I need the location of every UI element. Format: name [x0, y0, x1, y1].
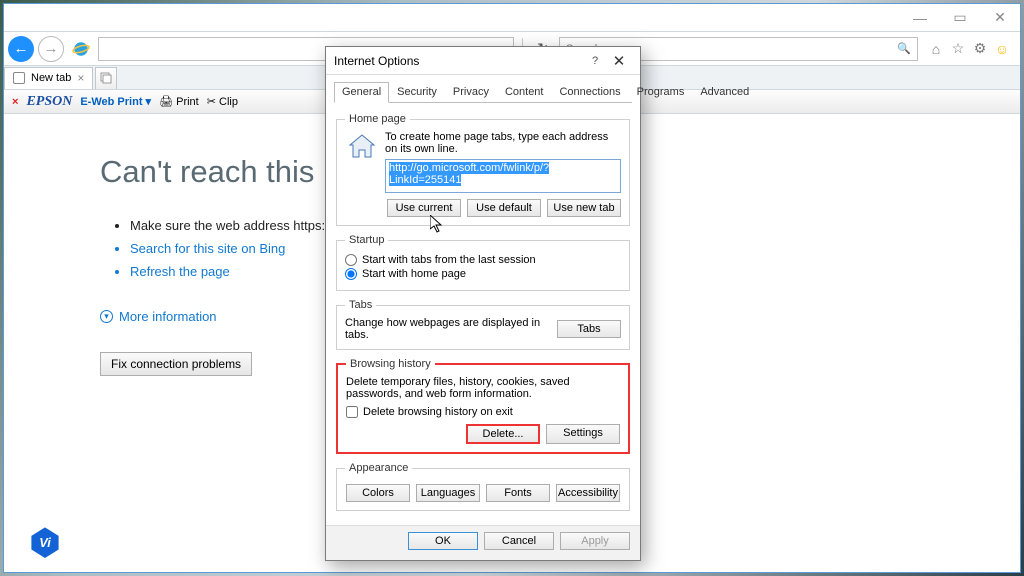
- ie-logo-icon: [72, 40, 90, 58]
- toolbar-icons: ⌂ ☆ ⚙ ☺: [922, 41, 1016, 57]
- internet-options-dialog: Internet Options ? ✕ General Security Pr…: [325, 46, 641, 561]
- dialog-close-button[interactable]: ✕: [606, 52, 632, 70]
- svg-text:Vi: Vi: [39, 535, 51, 550]
- window-close-button[interactable]: ✕: [980, 4, 1020, 31]
- tab-content[interactable]: Content: [497, 82, 552, 103]
- cancel-button[interactable]: Cancel: [484, 532, 554, 550]
- window-minimize-button[interactable]: —: [900, 4, 940, 31]
- fix-connection-button[interactable]: Fix connection problems: [100, 352, 252, 376]
- dialog-title: Internet Options: [334, 54, 584, 68]
- homepage-url-input[interactable]: http://go.microsoft.com/fwlink/p/?LinkId…: [385, 159, 621, 193]
- browser-tab[interactable]: New tab ×: [4, 67, 93, 89]
- clip-button[interactable]: ✂ Clip: [207, 95, 238, 108]
- history-desc: Delete temporary files, history, cookies…: [346, 376, 620, 400]
- tabs-fieldset: Tabs Change how webpages are displayed i…: [336, 299, 630, 350]
- toolbar-close-button[interactable]: ×: [12, 96, 18, 108]
- forward-button[interactable]: →: [38, 36, 64, 62]
- corner-logo-icon: Vi: [28, 524, 62, 558]
- colors-button[interactable]: Colors: [346, 484, 410, 502]
- use-default-button[interactable]: Use default: [467, 199, 541, 217]
- refresh-page-link[interactable]: Refresh the page: [130, 264, 358, 279]
- search-bing-link[interactable]: Search for this site on Bing: [130, 241, 358, 256]
- appearance-fieldset: Appearance Colors Languages Fonts Access…: [336, 462, 630, 511]
- window-titlebar: — ▭ ✕: [4, 4, 1020, 32]
- window-maximize-button[interactable]: ▭: [940, 4, 980, 31]
- delete-history-button[interactable]: Delete...: [466, 424, 540, 444]
- tab-programs[interactable]: Programs: [629, 82, 693, 103]
- home-icon: [345, 131, 379, 161]
- tabs-desc: Change how webpages are displayed in tab…: [345, 317, 557, 341]
- tab-connections[interactable]: Connections: [551, 82, 628, 103]
- tools-icon[interactable]: ⚙: [972, 41, 988, 57]
- use-new-tab-button[interactable]: Use new tab: [547, 199, 621, 217]
- startup-home-page-radio[interactable]: Start with home page: [345, 268, 621, 280]
- new-tab-button[interactable]: [95, 67, 117, 89]
- tab-content-general: Home page To create home page tabs, type…: [334, 103, 632, 521]
- startup-legend: Startup: [345, 234, 388, 246]
- apply-button[interactable]: Apply: [560, 532, 630, 550]
- smiley-icon[interactable]: ☺: [994, 41, 1010, 57]
- use-current-button[interactable]: Use current: [387, 199, 461, 217]
- home-icon[interactable]: ⌂: [928, 41, 944, 57]
- tab-privacy[interactable]: Privacy: [445, 82, 497, 103]
- delete-on-exit-checkbox[interactable]: Delete browsing history on exit: [346, 406, 620, 418]
- chevron-down-icon: ▾: [100, 310, 113, 323]
- tab-general[interactable]: General: [334, 82, 389, 103]
- tab-advanced[interactable]: Advanced: [692, 82, 757, 103]
- homepage-fieldset: Home page To create home page tabs, type…: [336, 113, 630, 226]
- page-icon: [13, 72, 25, 84]
- languages-button[interactable]: Languages: [416, 484, 480, 502]
- more-info-label: More information: [119, 309, 217, 324]
- accessibility-button[interactable]: Accessibility: [556, 484, 620, 502]
- homepage-desc: To create home page tabs, type each addr…: [385, 131, 621, 155]
- favorites-icon[interactable]: ☆: [950, 41, 966, 57]
- history-legend: Browsing history: [346, 358, 435, 370]
- tab-close-button[interactable]: ×: [77, 71, 84, 85]
- back-button[interactable]: ←: [8, 36, 34, 62]
- eweb-print-label[interactable]: E-Web Print ▾: [80, 95, 151, 108]
- dialog-tabs: General Security Privacy Content Connect…: [334, 81, 632, 103]
- more-information-toggle[interactable]: ▾ More information: [100, 309, 358, 324]
- browsing-history-fieldset: Browsing history Delete temporary files,…: [336, 358, 630, 454]
- desktop: — ▭ ✕ ← → ↻ Search...🔍 ⌂ ☆ ⚙ ☺ New tab: [0, 0, 1024, 576]
- history-settings-button[interactable]: Settings: [546, 424, 620, 444]
- startup-last-session-radio[interactable]: Start with tabs from the last session: [345, 254, 621, 266]
- error-page: Can't reach this pa Make sure the web ad…: [100, 154, 358, 376]
- dialog-footer: OK Cancel Apply: [326, 525, 640, 560]
- print-button[interactable]: 🖨 Print: [159, 95, 199, 108]
- dialog-titlebar: Internet Options ? ✕: [326, 47, 640, 75]
- startup-fieldset: Startup Start with tabs from the last se…: [336, 234, 630, 291]
- search-icon: 🔍: [897, 42, 911, 55]
- dialog-help-button[interactable]: ?: [584, 55, 606, 67]
- tab-label: New tab: [31, 72, 71, 84]
- new-tab-icon: [100, 72, 112, 84]
- epson-logo: EPSON: [26, 94, 72, 110]
- fonts-button[interactable]: Fonts: [486, 484, 550, 502]
- tab-security[interactable]: Security: [389, 82, 445, 103]
- appearance-legend: Appearance: [345, 462, 412, 474]
- ok-button[interactable]: OK: [408, 532, 478, 550]
- tabs-legend: Tabs: [345, 299, 376, 311]
- error-bullet-address: Make sure the web address https://: [130, 218, 358, 233]
- tabs-button[interactable]: Tabs: [557, 320, 621, 338]
- page-title: Can't reach this pa: [100, 154, 358, 190]
- dialog-body: General Security Privacy Content Connect…: [326, 75, 640, 525]
- homepage-legend: Home page: [345, 113, 410, 125]
